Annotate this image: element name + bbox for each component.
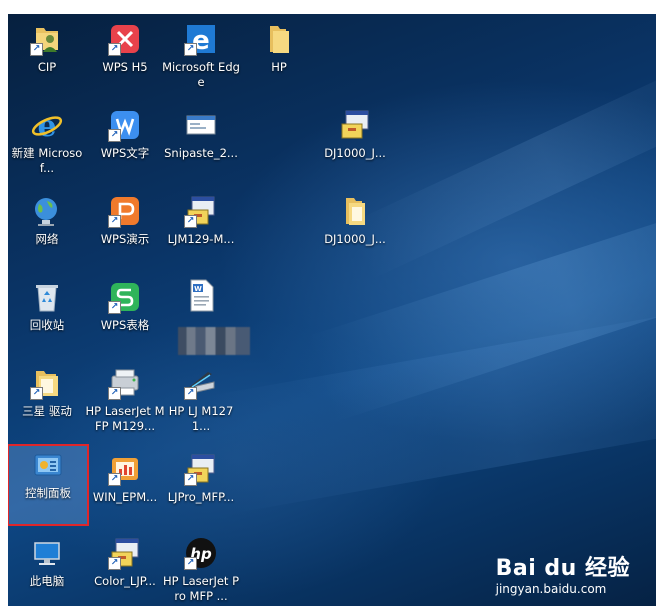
desktop-icon-cip[interactable]: ↗ CIP bbox=[8, 20, 86, 98]
desktop-icon-win-epm[interactable]: ↗ WIN_EPM... bbox=[86, 450, 164, 528]
desktop-icon-label: Microsoft Edge bbox=[162, 60, 240, 89]
desktop-icon-dj1000-folder[interactable]: DJ1000_J... bbox=[316, 192, 394, 270]
desktop-icon-dj1000-installer[interactable]: DJ1000_J... bbox=[316, 106, 394, 184]
desktop-icon-hp-lj-m1271[interactable]: ↗ HP LJ M1271... bbox=[162, 364, 240, 442]
svg-text:e: e bbox=[37, 109, 56, 142]
svg-text:W: W bbox=[194, 285, 202, 293]
desktop-icon-label: 此电脑 bbox=[29, 574, 65, 588]
desktop-icon-samsung-driver[interactable]: ↗ 三星 驱动 bbox=[8, 364, 86, 442]
desktop-icon-network[interactable]: 网络 bbox=[8, 192, 86, 270]
desktop-icon-control-panel[interactable]: 控制面板 bbox=[8, 444, 89, 526]
wps-presentation-icon: ↗ bbox=[108, 194, 142, 228]
desktop-icon-this-pc[interactable]: 此电脑 bbox=[8, 534, 86, 606]
user-folder-icon: ↗ bbox=[30, 22, 64, 56]
desktop-icon-label: Color_LJP... bbox=[94, 574, 156, 588]
desktop-icon-label: WPS文字 bbox=[100, 146, 150, 160]
desktop-icon-label: Snipaste_2... bbox=[164, 146, 238, 160]
edge-icon: e ↗ bbox=[184, 22, 218, 56]
desktop-icon-color-ljp[interactable]: ↗ Color_LJP... bbox=[86, 534, 164, 606]
desktop-icon-hp-laserjet-mfp-m129[interactable]: ↗ HP LaserJet MFP M129... bbox=[85, 364, 165, 442]
network-globe-icon bbox=[30, 194, 64, 228]
image-file-icon bbox=[184, 108, 218, 142]
desktop-icon-label: CIP bbox=[37, 60, 57, 74]
recycle-bin-icon bbox=[30, 280, 64, 314]
desktop-icon-label: WIN_EPM... bbox=[92, 490, 158, 504]
desktop-icon-new-microsoft[interactable]: e 新建 Microsof... bbox=[8, 106, 86, 184]
desktop: ↗ CIP e 新建 Microsof... 网络 回收站 ↗ 三星 驱动 控制… bbox=[8, 14, 656, 606]
hp-logo-icon: hp ↗ bbox=[184, 536, 218, 570]
desktop-icon-label: 回收站 bbox=[29, 318, 65, 332]
desktop-icon-label: WPS表格 bbox=[100, 318, 150, 332]
wps-h5-icon: ↗ bbox=[108, 22, 142, 56]
presentation-chart-icon: ↗ bbox=[108, 452, 142, 486]
printer-icon: ↗ bbox=[108, 366, 142, 400]
word-document-icon: W bbox=[184, 278, 218, 312]
desktop-icon-label: 网络 bbox=[35, 232, 59, 246]
desktop-icon-wps-h5[interactable]: ↗ WPS H5 bbox=[86, 20, 164, 98]
installer-icon: ↗ bbox=[184, 194, 218, 228]
desktop-icon-label: LJM129-M... bbox=[167, 232, 235, 246]
desktop-icon-label: DJ1000_J... bbox=[324, 146, 386, 160]
desktop-icon-label: HP LaserJet Pro MFP ... bbox=[162, 574, 240, 603]
wps-spreadsheet-icon: ↗ bbox=[108, 280, 142, 314]
redacted-filename bbox=[178, 327, 250, 355]
desktop-icon-wps-spreadsheet[interactable]: ↗ WPS表格 bbox=[86, 278, 164, 356]
desktop-icon-label: 控制面板 bbox=[25, 486, 71, 500]
control-panel-icon bbox=[31, 448, 65, 482]
installer-icon: ↗ bbox=[184, 452, 218, 486]
desktop-icon-label: HP LJ M1271... bbox=[168, 404, 234, 433]
baidu-jingyan-watermark: Bai du 经验 jingyan.baidu.com bbox=[496, 550, 630, 596]
desktop-icon-label: WPS H5 bbox=[102, 60, 148, 74]
desktop-icon-label: 新建 Microsof... bbox=[11, 146, 83, 175]
desktop-icon-ljm129[interactable]: ↗ LJM129-M... bbox=[162, 192, 240, 270]
desktop-icon-label: LJPro_MFP... bbox=[167, 490, 235, 504]
wps-writer-icon: ↗ bbox=[108, 108, 142, 142]
folder-icon: ↗ bbox=[30, 366, 64, 400]
desktop-icon-wps-presentation[interactable]: ↗ WPS演示 bbox=[86, 192, 164, 270]
desktop-icon-label: WPS演示 bbox=[100, 232, 150, 246]
desktop-icon-label: DJ1000_J... bbox=[324, 232, 386, 246]
internet-explorer-icon: e bbox=[30, 108, 64, 144]
desktop-icon-microsoft-edge[interactable]: e ↗ Microsoft Edge bbox=[162, 20, 240, 98]
installer-icon bbox=[338, 108, 372, 142]
watermark-url: jingyan.baidu.com bbox=[495, 582, 607, 596]
folder-icon bbox=[262, 22, 296, 56]
desktop-icon-recycle-bin[interactable]: 回收站 bbox=[8, 278, 86, 356]
wallpaper-light-beam bbox=[202, 292, 656, 516]
desktop-icon-label: HP LaserJet MFP M129... bbox=[85, 404, 165, 433]
scanner-icon: ↗ bbox=[184, 366, 218, 400]
watermark-brand: Bai du 经验 bbox=[495, 556, 630, 581]
desktop-icon-wps-writer[interactable]: ↗ WPS文字 bbox=[86, 106, 164, 184]
desktop-icon-label: HP bbox=[271, 60, 287, 74]
installer-icon: ↗ bbox=[108, 536, 142, 570]
desktop-icon-hp-laserjet-pro[interactable]: hp ↗ HP LaserJet Pro MFP ... bbox=[162, 534, 240, 606]
desktop-icon-ljpro-mfp[interactable]: ↗ LJPro_MFP... bbox=[162, 450, 240, 528]
desktop-icon-label: 三星 驱动 bbox=[22, 404, 72, 418]
desktop-icon-snipaste[interactable]: Snipaste_2... bbox=[162, 106, 240, 184]
desktop-icon-hp-folder[interactable]: HP bbox=[240, 20, 318, 98]
computer-icon bbox=[30, 536, 64, 570]
folder-icon bbox=[338, 194, 372, 228]
